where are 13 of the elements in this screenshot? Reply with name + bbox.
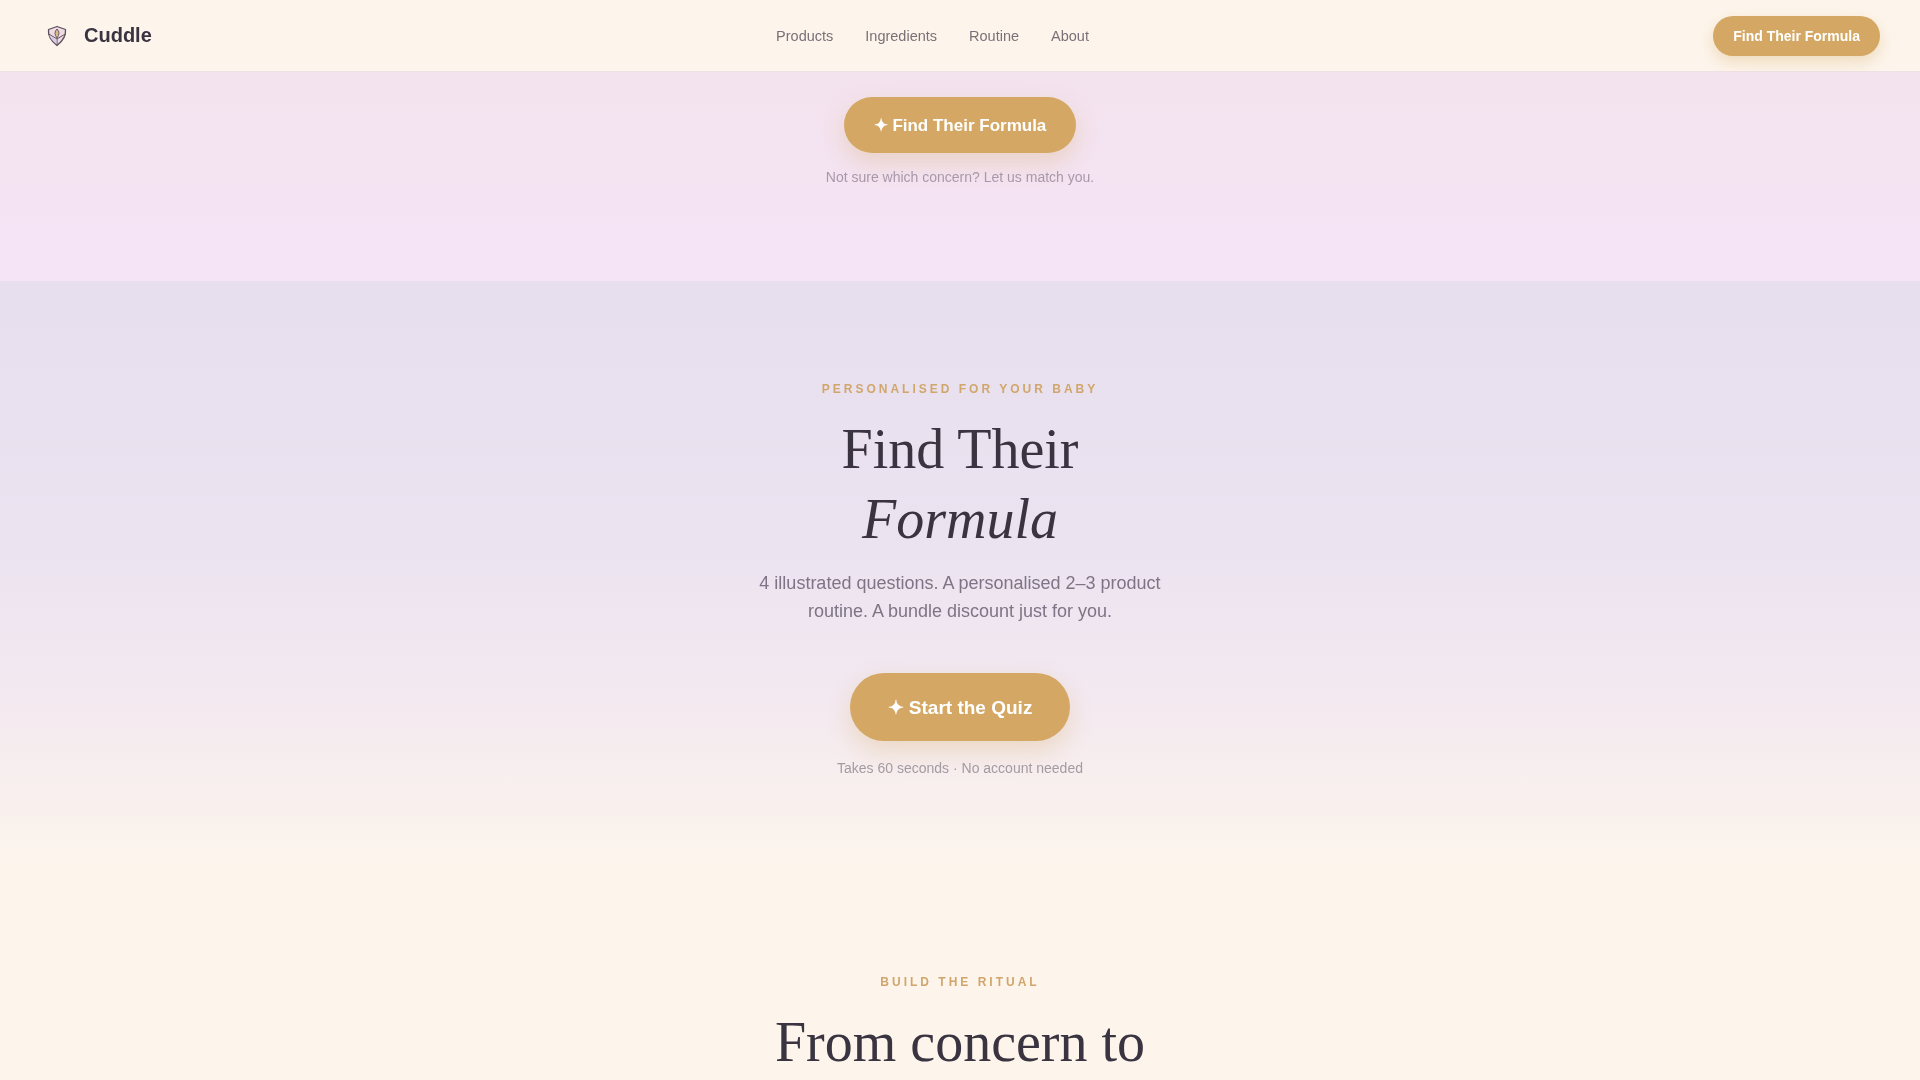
nav-link[interactable]: Products	[776, 27, 834, 44]
nav-link[interactable]: About	[1051, 27, 1089, 44]
hero-description: 4 illustrated questions. A personalised 2–3 product routine. A bundle discount just for you.	[758, 572, 1162, 623]
shield-leaf-icon	[46, 24, 68, 47]
hero-heading: Find Their Formula	[841, 417, 1079, 552]
ritual-heading: From concern to	[774, 1010, 1146, 1075]
hero-eyebrow: PERSONALISED FOR YOUR BABY	[821, 381, 1099, 397]
nav-link[interactable]: Routine	[969, 27, 1020, 44]
brand-name: Cuddle	[84, 24, 152, 47]
ritual-eyebrow: BUILD THE RITUAL	[880, 974, 1040, 990]
quiz-caption: Takes 60 seconds · No account needed	[837, 759, 1083, 778]
nav-link[interactable]: Ingredients	[865, 27, 938, 44]
banner-caption: Not sure which concern? Let us match you.	[825, 168, 1095, 187]
